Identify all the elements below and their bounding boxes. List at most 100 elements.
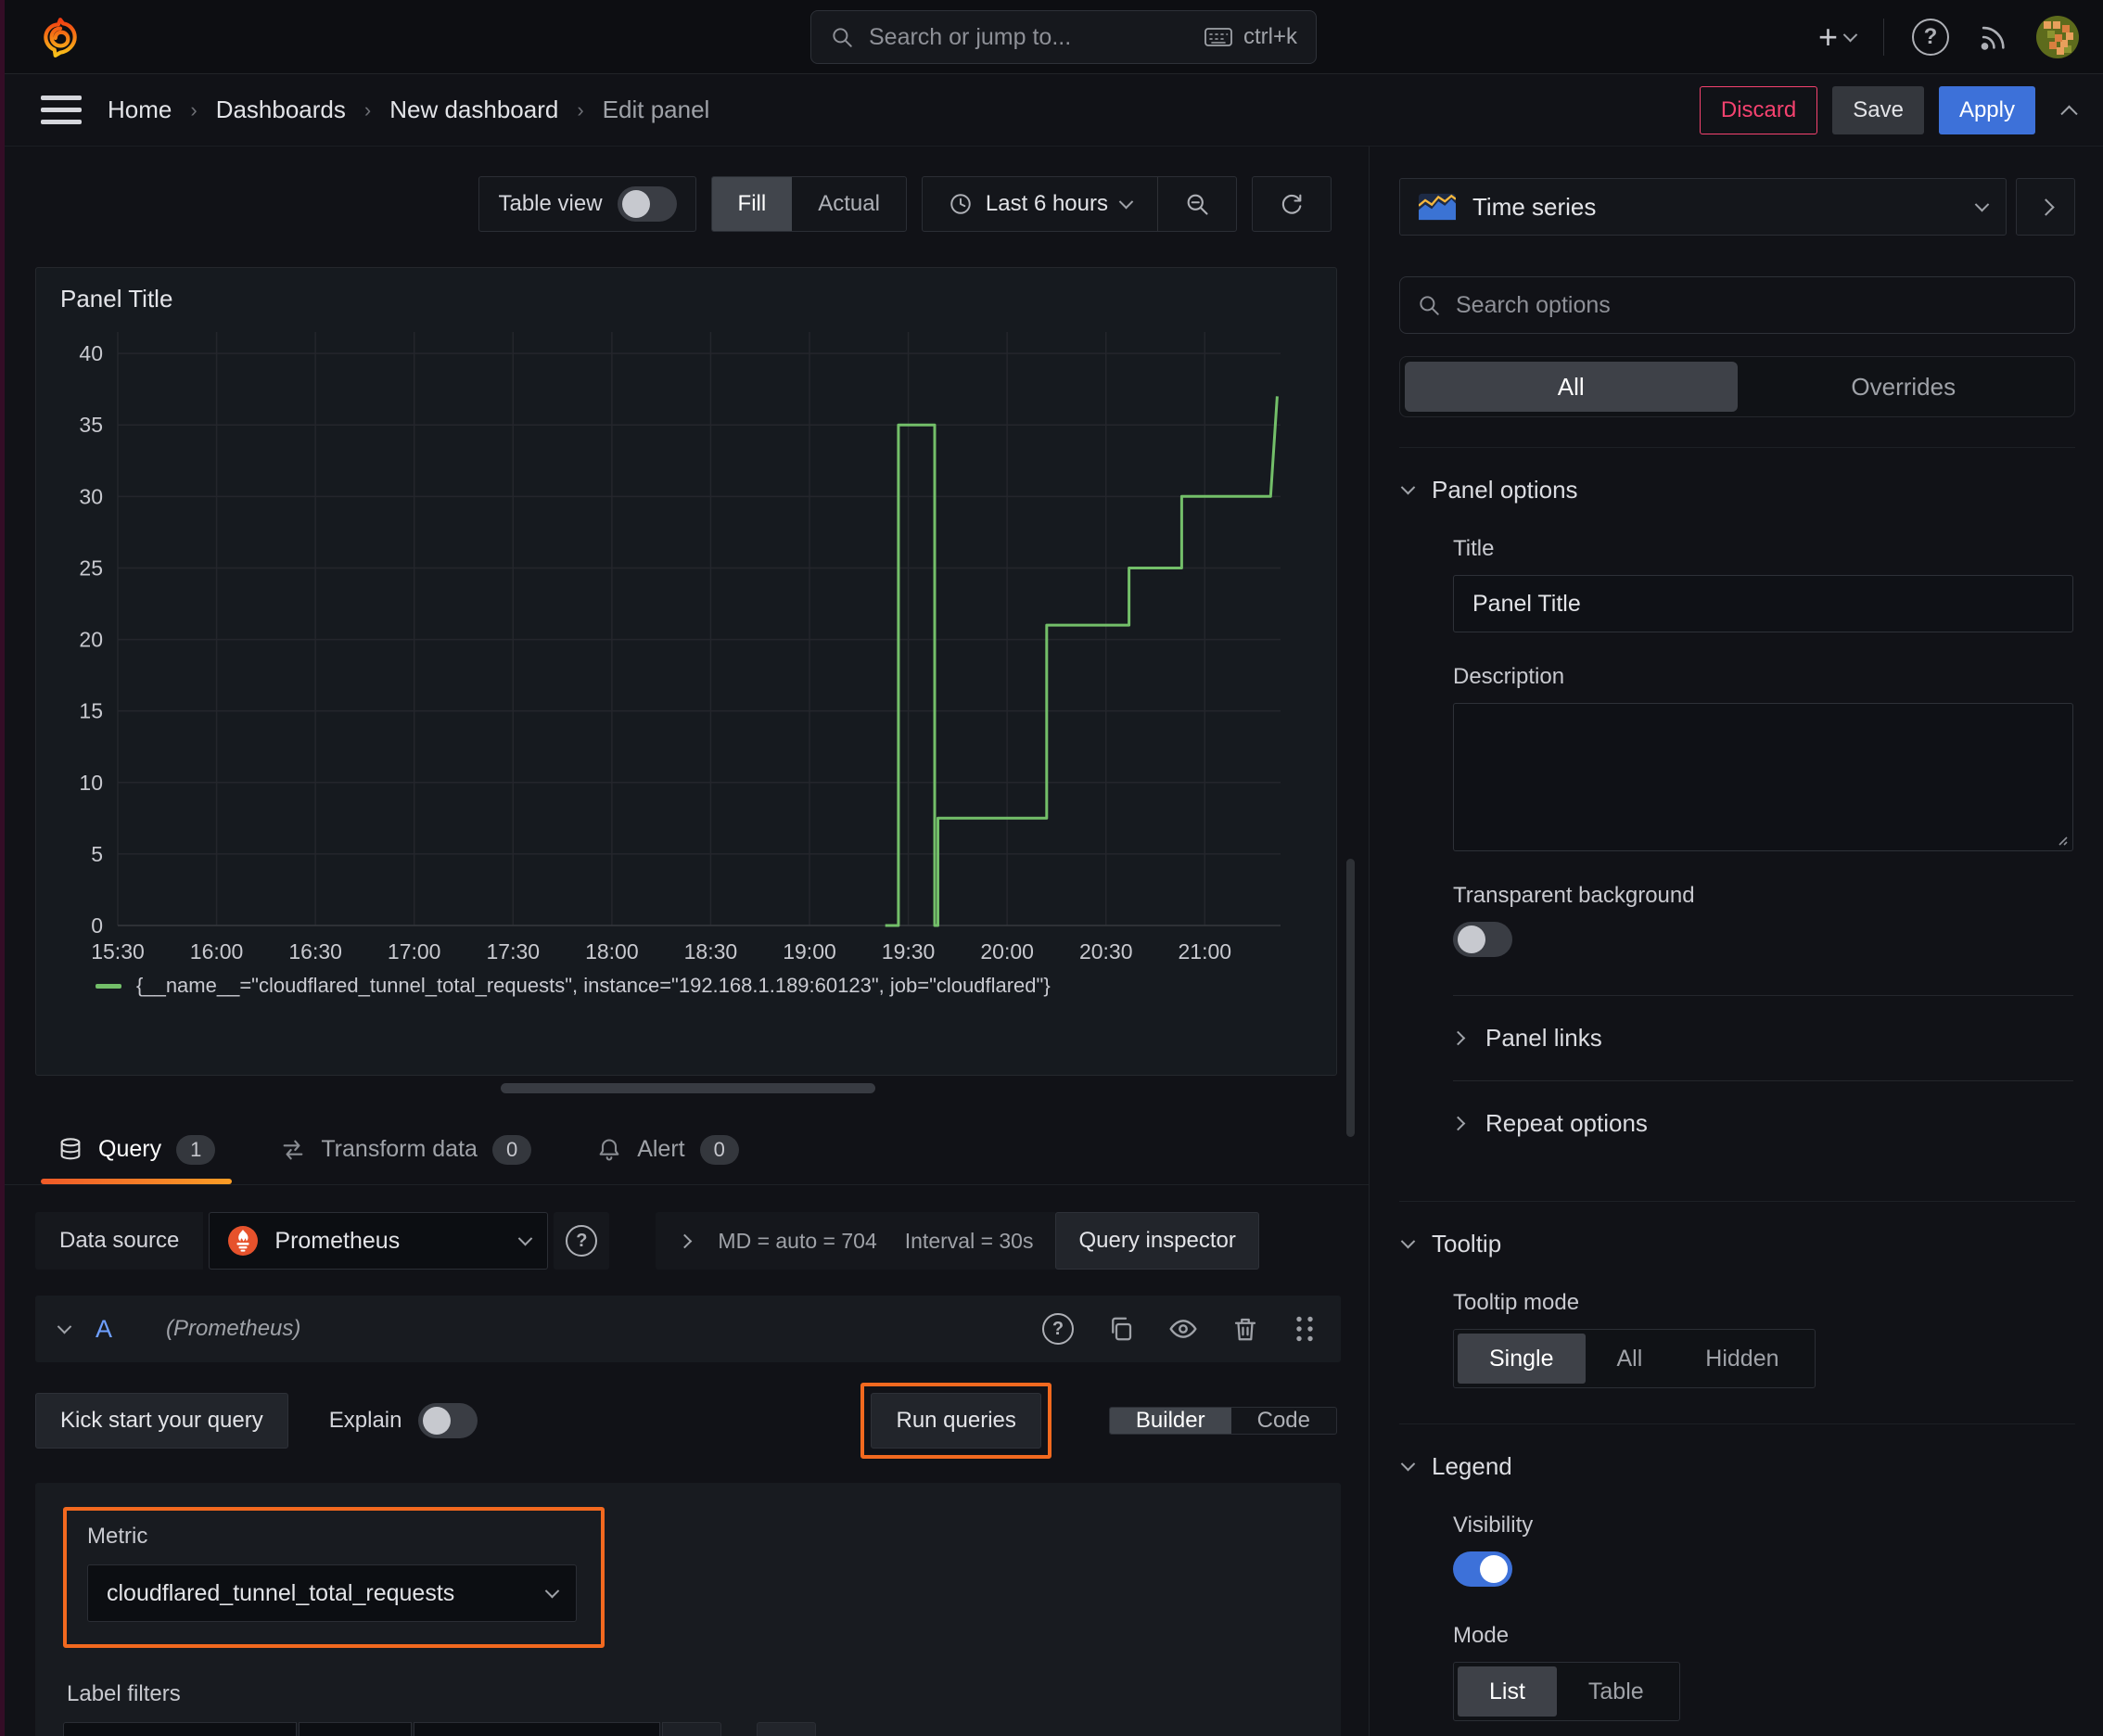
tab-query[interactable]: Query 1 (40, 1115, 233, 1184)
svg-text:20:00: 20:00 (980, 939, 1034, 964)
builder-code-segment: Builder Code (1108, 1407, 1337, 1435)
zoom-out-button[interactable] (1158, 177, 1236, 231)
panel-links-row[interactable]: Panel links (1450, 995, 2073, 1080)
zoom-out-icon (1187, 194, 1208, 215)
series-label[interactable]: {__name__="cloudflared_tunnel_total_requ… (136, 974, 1051, 998)
panel-title[interactable]: Panel Title (57, 281, 1316, 323)
max-data-points: MD = auto = 704 (718, 1228, 877, 1253)
collapse-header-button[interactable] (2060, 105, 2078, 122)
description-textarea[interactable] (1453, 703, 2073, 851)
series-color-dash[interactable] (96, 983, 121, 989)
kick-start-button[interactable]: Kick start your query (35, 1393, 288, 1449)
eye-icon[interactable] (1168, 1314, 1198, 1344)
svg-text:20: 20 (79, 628, 103, 652)
run-queries-button[interactable]: Run queries (871, 1393, 1041, 1449)
new-dashboard-button[interactable]: + (1818, 20, 1858, 54)
tooltip-all[interactable]: All (1586, 1334, 1675, 1384)
fill-option[interactable]: Fill (711, 177, 793, 231)
tab-transform-data[interactable]: Transform data 0 (276, 1115, 535, 1184)
tab-all[interactable]: All (1405, 362, 1738, 412)
query-editor-pane: Data source Prometheus ? MD = auto = 704… (0, 1186, 1369, 1736)
interval: Interval = 30s (904, 1228, 1034, 1253)
query-row-header[interactable]: A (Prometheus) ? (35, 1296, 1341, 1362)
legend-header[interactable]: Legend (1400, 1452, 2073, 1481)
options-tabs: All Overrides (1399, 356, 2075, 417)
query-inspector-button[interactable]: Query inspector (1055, 1212, 1259, 1270)
select-value-dropdown[interactable]: Select value (414, 1722, 660, 1736)
global-search-input[interactable]: Search or jump to... ctrl+k (810, 10, 1317, 64)
refresh-group (1252, 176, 1332, 232)
transparent-bg-toggle[interactable] (1453, 922, 1512, 957)
svg-text:18:00: 18:00 (585, 939, 639, 964)
tooltip-hidden[interactable]: Hidden (1674, 1334, 1810, 1384)
table-view-toggle[interactable] (617, 186, 677, 222)
search-options-input[interactable]: Search options (1399, 276, 2075, 334)
menu-toggle-button[interactable] (41, 96, 82, 124)
refresh-button[interactable] (1253, 177, 1331, 231)
query-toolbar: Kick start your query Explain Run querie… (35, 1383, 1341, 1459)
mode-table[interactable]: Table (1557, 1666, 1676, 1717)
visualization-picker[interactable]: Time series (1399, 178, 2007, 236)
actual-option[interactable]: Actual (792, 177, 906, 231)
user-avatar[interactable] (2036, 16, 2079, 58)
title-input[interactable]: Panel Title (1453, 575, 2073, 632)
query-count-badge: 1 (176, 1134, 216, 1165)
news-rss-icon[interactable] (1977, 21, 2008, 53)
data-source-help-button[interactable]: ? (554, 1212, 610, 1270)
query-options-summary[interactable]: MD = auto = 704 Interval = 30s (656, 1212, 1058, 1270)
legend-visibility-toggle[interactable] (1453, 1551, 1512, 1587)
tooltip-header[interactable]: Tooltip (1400, 1230, 2073, 1258)
code-option[interactable]: Code (1231, 1408, 1336, 1434)
builder-option[interactable]: Builder (1109, 1408, 1231, 1434)
duplicate-icon[interactable] (1107, 1315, 1135, 1343)
tooltip-single[interactable]: Single (1458, 1334, 1586, 1384)
time-range-picker[interactable]: Last 6 hours (923, 177, 1157, 231)
trash-icon[interactable] (1231, 1315, 1259, 1343)
viz-suggestions-button[interactable] (2016, 178, 2075, 236)
explain-toggle[interactable] (418, 1403, 478, 1438)
panel-options-header[interactable]: Panel options (1400, 476, 2073, 504)
title-label: Title (1453, 536, 1495, 561)
pane-resize-handle[interactable] (501, 1083, 875, 1093)
visualization-name: Time series (1472, 192, 1597, 221)
svg-text:5: 5 (91, 842, 103, 866)
query-datasource-hint: (Prometheus) (166, 1316, 301, 1341)
main-split: Table view Fill Actual Last 6 hours Pane… (0, 147, 2103, 1736)
metric-select[interactable]: cloudflared_tunnel_total_requests (87, 1564, 577, 1622)
tab-overrides[interactable]: Overrides (1738, 362, 2071, 412)
svg-text:17:00: 17:00 (388, 939, 441, 964)
bell-icon (596, 1137, 622, 1163)
resize-grip-icon[interactable] (2054, 832, 2069, 847)
grafana-logo-icon[interactable] (39, 16, 82, 58)
drag-handle-icon[interactable] (1293, 1315, 1317, 1343)
mode-list[interactable]: List (1458, 1666, 1557, 1717)
remove-filter-button[interactable]: ✕ (662, 1722, 721, 1736)
chevron-down-icon (1118, 194, 1134, 209)
help-button[interactable]: ? (1912, 19, 1949, 56)
add-filter-button[interactable]: + (757, 1722, 816, 1736)
operator-dropdown[interactable]: = (299, 1722, 412, 1736)
save-button[interactable]: Save (1832, 85, 1924, 134)
svg-text:35: 35 (79, 413, 103, 437)
breadcrumb-dashboards[interactable]: Dashboards (216, 96, 346, 124)
breadcrumb-new-dashboard[interactable]: New dashboard (389, 96, 558, 124)
discard-button[interactable]: Discard (1699, 85, 1818, 134)
apply-button[interactable]: Apply (1938, 85, 2035, 134)
transform-count-badge: 0 (491, 1134, 532, 1165)
breadcrumb-home[interactable]: Home (108, 96, 172, 124)
search-icon (1420, 296, 1439, 315)
svg-text:15:30: 15:30 (91, 939, 145, 964)
time-series-chart[interactable]: 0 5 10 15 20 25 30 35 40 15:30 16:00 16:30 17:00 17:3… (57, 323, 1316, 972)
svg-text:21:00: 21:00 (1179, 939, 1232, 964)
select-label-dropdown[interactable]: Select label (63, 1722, 297, 1736)
repeat-options-row[interactable]: Repeat options (1450, 1080, 2073, 1166)
tab-alert[interactable]: Alert 0 (593, 1115, 743, 1184)
divider (1883, 19, 1884, 56)
chevron-down-icon (1842, 27, 1858, 42)
data-source-picker[interactable]: Prometheus (209, 1212, 549, 1270)
collapse-query-icon[interactable] (57, 1319, 72, 1334)
scrollbar-thumb[interactable] (1346, 859, 1355, 1137)
mode-label: Mode (1453, 1623, 1510, 1648)
svg-text:19:30: 19:30 (882, 939, 936, 964)
query-help-icon[interactable]: ? (1042, 1313, 1074, 1345)
